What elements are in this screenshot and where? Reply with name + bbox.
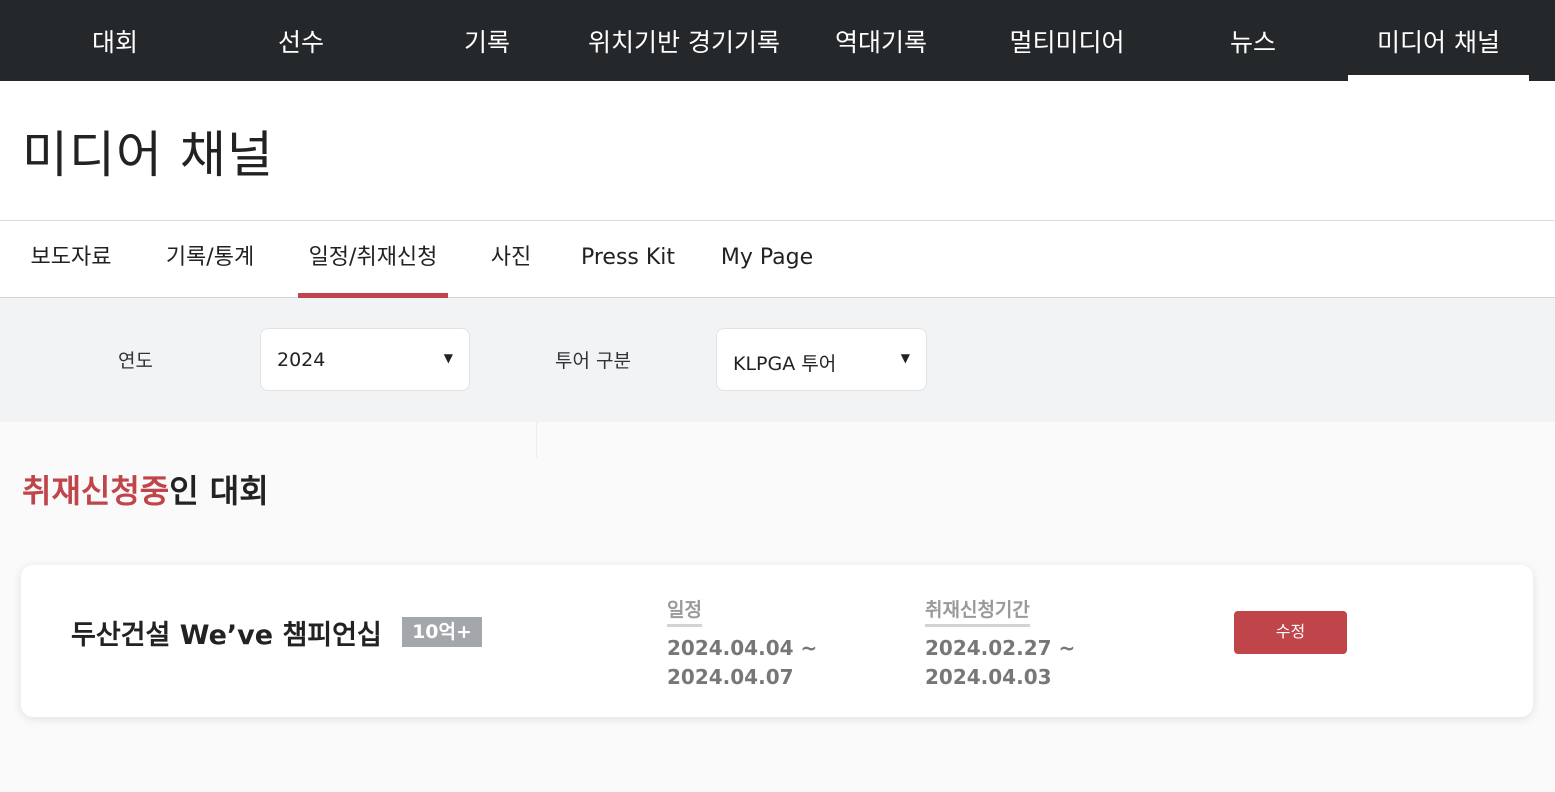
event-name[interactable]: 두산건설 We’ve 챔피언십 [71,613,382,652]
nav-item-all-time-records[interactable]: 역대기록 [806,0,956,81]
caret-down-icon: ▼ [443,351,453,365]
nav-item-news[interactable]: 뉴스 [1178,0,1328,81]
caret-down-icon: ▼ [900,351,910,365]
page-header: 미디어 채널 [0,81,1555,221]
edit-button[interactable]: 수정 [1234,611,1347,654]
tour-select-value: KLPGA 투어 [733,353,837,375]
year-label: 연도 [118,350,153,372]
tour-label: 투어 구분 [555,350,631,372]
tab-records-stats[interactable]: 기록/통계 [156,221,264,298]
nav-item-multimedia[interactable]: 멀티미디어 [992,0,1142,81]
nav-item-records[interactable]: 기록 [412,0,562,81]
press-period-start: 2024.02.27 ~ [925,636,1076,660]
nav-item-tournament[interactable]: 대회 [40,0,190,81]
nav-item-players[interactable]: 선수 [226,0,376,81]
top-navigation: 대회 선수 기록 위치기반 경기기록 역대기록 멀티미디어 뉴스 미디어 채널 [0,0,1555,81]
nav-item-location-records[interactable]: 위치기반 경기기록 [574,0,794,81]
section-heading: 취재신청중인 대회 [22,466,269,512]
section-heading-rest: 인 대회 [169,472,269,510]
press-period-label: 취재신청기간 [925,595,1030,627]
tab-press-release[interactable]: 보도자료 [22,221,120,298]
divider [536,422,537,458]
year-select-value: 2024 [277,349,326,371]
tab-my-page[interactable]: My Page [716,221,818,298]
tab-schedule-press-request[interactable]: 일정/취재신청 [298,221,448,298]
schedule-start: 2024.04.04 ~ [667,636,818,660]
tour-select[interactable]: KLPGA 투어 ▼ [716,328,927,391]
schedule-label: 일정 [667,595,702,627]
page-title: 미디어 채널 [22,126,274,184]
sub-tabs: 보도자료 기록/통계 일정/취재신청 사진 Press Kit My Page [0,221,1555,298]
tab-photos[interactable]: 사진 [482,221,540,298]
tab-press-kit[interactable]: Press Kit [574,221,682,298]
schedule-end: 2024.04.07 [667,665,794,689]
press-period-end: 2024.04.03 [925,665,1052,689]
section-heading-accent: 취재신청중 [22,472,170,510]
year-select[interactable]: 2024 ▼ [260,328,470,391]
nav-item-media-channel[interactable]: 미디어 채널 [1348,0,1529,81]
event-card: 두산건설 We’ve 챔피언십 10억+ 일정 2024.04.04 ~ 202… [21,565,1533,717]
prize-badge: 10억+ [402,617,482,647]
filter-bar: 연도 2024 ▼ 투어 구분 KLPGA 투어 ▼ [0,298,1555,422]
